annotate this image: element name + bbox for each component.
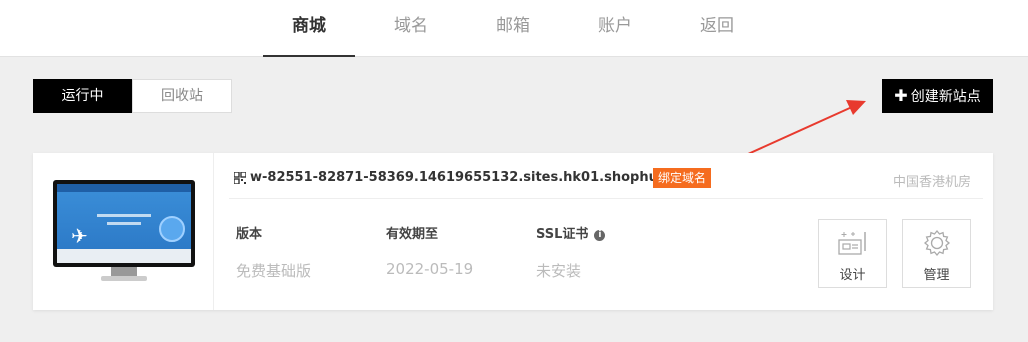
manage-label: 管理 <box>923 268 950 283</box>
ssl-label-text: SSL证书 <box>536 227 589 242</box>
gear-icon <box>923 229 951 257</box>
ssl-value: 未安装 <box>536 262 582 280</box>
server-location: 中国香港机房 <box>892 175 971 190</box>
version-value: 免费基础版 <box>236 262 312 280</box>
qrcode-icon[interactable] <box>234 172 246 184</box>
planet-icon <box>159 216 185 242</box>
design-label: 设计 <box>839 268 866 283</box>
ssl-label: SSL证书 i <box>536 223 606 242</box>
info-icon[interactable]: i <box>594 230 606 241</box>
version-label: 版本 <box>236 227 263 242</box>
expire-value: 2022-05-19 <box>386 260 474 278</box>
site-card: ✈ w-82551-82871-58369.14619655132.sites.… <box>33 153 993 310</box>
design-button[interactable]: 设计 <box>818 219 887 288</box>
site-domain[interactable]: w-82551-82871-58369.14619655132.sites.hk… <box>250 170 706 185</box>
bind-domain-button[interactable]: 绑定域名 <box>653 168 711 188</box>
manage-button[interactable]: 管理 <box>902 219 971 288</box>
expire-label: 有效期至 <box>386 227 439 242</box>
design-icon <box>838 232 866 255</box>
site-thumbnail[interactable]: ✈ <box>53 180 195 283</box>
airplane-icon: ✈ <box>71 224 88 248</box>
